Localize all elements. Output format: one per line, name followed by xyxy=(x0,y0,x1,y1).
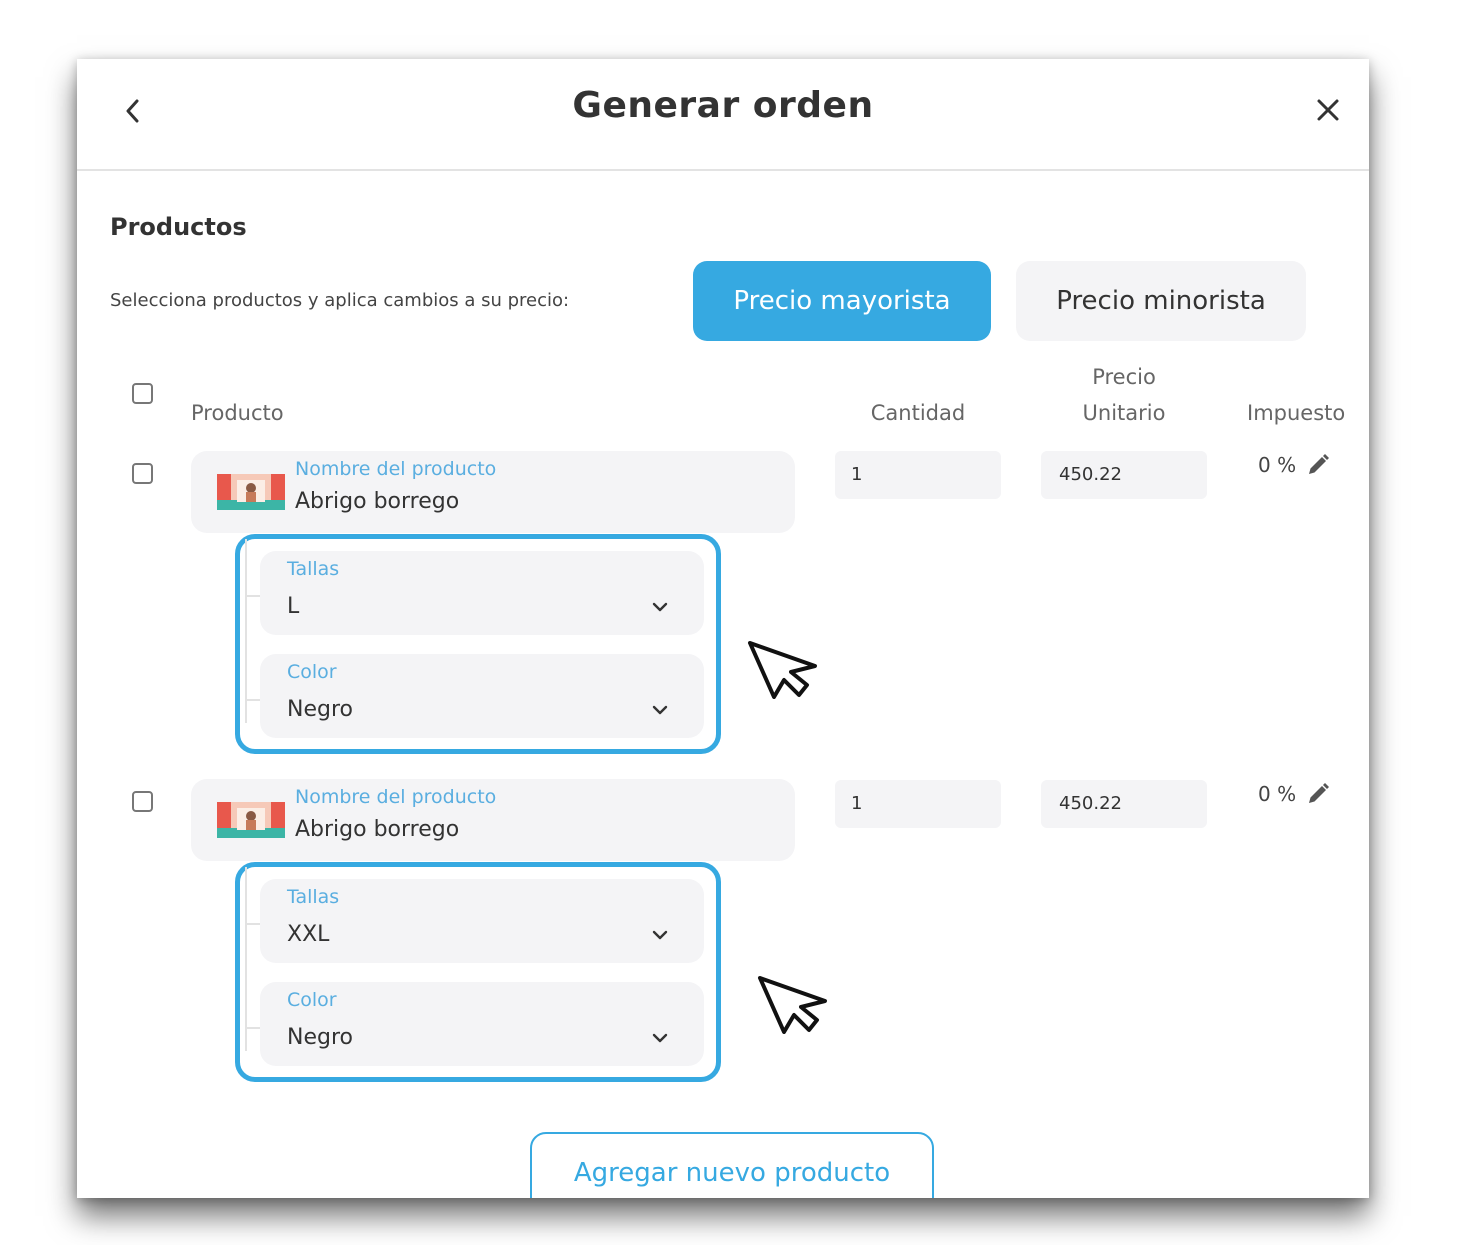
product-name-value: Abrigo borrego xyxy=(295,817,460,842)
color-label: Color xyxy=(287,989,337,1011)
tax-value: 0 % xyxy=(1258,453,1297,477)
product-field[interactable]: Nombre del producto Abrigo borrego xyxy=(191,451,795,533)
unit-price-input[interactable]: 450.22 xyxy=(1041,451,1207,499)
variant-group: Tallas L Color Negro xyxy=(235,534,721,754)
column-header-unit-price-line2: Unitario xyxy=(1082,401,1166,425)
size-value: L xyxy=(287,594,300,619)
modal-header: Generar orden xyxy=(77,59,1369,171)
chevron-down-icon xyxy=(652,705,668,715)
row-checkbox[interactable] xyxy=(132,791,153,812)
products-section-title: Productos xyxy=(110,213,247,241)
tax-cell: 0 % xyxy=(1258,782,1330,806)
product-field[interactable]: Nombre del producto Abrigo borrego xyxy=(191,779,795,861)
chevron-down-icon xyxy=(652,602,668,612)
color-value: Negro xyxy=(287,697,353,722)
tax-value: 0 % xyxy=(1258,782,1297,806)
mouse-cursor-icon xyxy=(748,641,817,699)
color-select[interactable]: Color Negro xyxy=(260,654,704,738)
variant-group: Tallas XXL Color Negro xyxy=(235,862,721,1082)
tax-cell: 0 % xyxy=(1258,453,1330,477)
product-thumbnail xyxy=(217,802,285,838)
column-header-unit-price-line1: Precio xyxy=(1092,365,1156,389)
quantity-input[interactable]: 1 xyxy=(835,780,1001,828)
product-name-value: Abrigo borrego xyxy=(295,489,460,514)
generate-order-modal: Generar orden Productos Selecciona produ… xyxy=(77,59,1369,1198)
chevron-down-icon xyxy=(652,1033,668,1043)
color-label: Color xyxy=(287,661,337,683)
product-name-label: Nombre del producto xyxy=(295,458,497,480)
tree-line xyxy=(245,539,247,723)
column-header-product: Producto xyxy=(191,401,284,425)
close-icon[interactable] xyxy=(1315,97,1341,123)
color-value: Negro xyxy=(287,1025,353,1050)
size-label: Tallas xyxy=(287,558,340,580)
column-header-quantity: Cantidad xyxy=(870,401,966,425)
product-thumbnail xyxy=(217,474,285,510)
size-select[interactable]: Tallas XXL xyxy=(260,879,704,963)
select-all-checkbox[interactable] xyxy=(132,383,153,404)
column-header-tax: Impuesto xyxy=(1247,401,1346,425)
chevron-down-icon xyxy=(652,930,668,940)
tree-line xyxy=(245,867,247,1051)
color-select[interactable]: Color Negro xyxy=(260,982,704,1066)
pencil-icon[interactable] xyxy=(1306,782,1330,806)
size-value: XXL xyxy=(287,922,330,947)
modal-title: Generar orden xyxy=(572,85,874,126)
row-checkbox[interactable] xyxy=(132,463,153,484)
quantity-input[interactable]: 1 xyxy=(835,451,1001,499)
size-select[interactable]: Tallas L xyxy=(260,551,704,635)
mouse-cursor-icon xyxy=(758,976,827,1034)
product-name-label: Nombre del producto xyxy=(295,786,497,808)
add-new-product-button[interactable]: Agregar nuevo producto xyxy=(530,1132,934,1198)
wholesale-price-button[interactable]: Precio mayorista xyxy=(693,261,991,341)
size-label: Tallas xyxy=(287,886,340,908)
unit-price-input[interactable]: 450.22 xyxy=(1041,780,1207,828)
price-instruction: Selecciona productos y aplica cambios a … xyxy=(110,290,570,311)
pencil-icon[interactable] xyxy=(1306,453,1330,477)
retail-price-button[interactable]: Precio minorista xyxy=(1016,261,1306,341)
